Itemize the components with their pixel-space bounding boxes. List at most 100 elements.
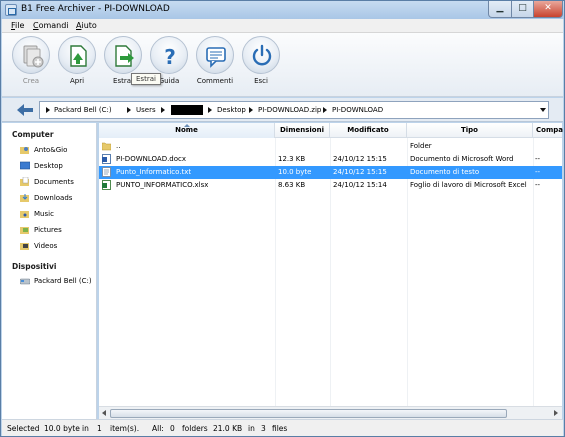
column-header-compressed[interactable]: Compa xyxy=(533,123,563,138)
videos-folder-icon xyxy=(20,243,29,250)
create-label: Crea xyxy=(22,77,40,85)
window-title: B1 Free Archiver - PI-DOWNLOAD xyxy=(21,4,170,14)
file-type: Documento di testo xyxy=(410,168,480,176)
file-type: Documento di Microsoft Word xyxy=(410,155,514,163)
file-type: Folder xyxy=(410,142,432,150)
user-folder-icon xyxy=(20,147,29,154)
breadcrumb-folder[interactable]: PI-DOWNLOAD xyxy=(332,106,383,114)
breadcrumb-drive[interactable]: Packard Bell (C:) xyxy=(54,106,112,114)
hard-drive-icon xyxy=(20,278,30,285)
toolbar: Crea Apri Estrai ? Guida Commenti Esci xyxy=(2,33,563,97)
status-all-label: All: xyxy=(152,424,164,433)
word-doc-icon xyxy=(102,154,111,164)
create-archive-icon xyxy=(12,36,50,74)
sidebar-item-label: Documents xyxy=(34,178,74,186)
power-icon xyxy=(242,36,280,74)
sidebar-item-label: Videos xyxy=(34,242,58,250)
open-button[interactable]: Apri xyxy=(57,36,97,85)
column-header-size[interactable]: Dimensioni xyxy=(275,123,330,138)
status-selected-label: Selected xyxy=(7,424,40,433)
breadcrumb[interactable]: Packard Bell (C:) Users Desktop PI-DOWNL… xyxy=(39,101,549,119)
breadcrumb-separator-icon xyxy=(127,107,131,113)
sidebar-item-label: Music xyxy=(34,210,54,218)
status-in-text: in xyxy=(82,424,89,433)
file-modified: 24/10/12 15:15 xyxy=(333,155,387,163)
file-modified: 24/10/12 15:14 xyxy=(333,181,387,189)
extract-icon xyxy=(104,36,142,74)
table-row[interactable]: PUNTO_INFORMATICO.xlsx 8.63 KB 24/10/12 … xyxy=(99,179,562,192)
downloads-folder-icon xyxy=(20,194,29,202)
sidebar-item-label: Packard Bell (C:) xyxy=(34,277,92,285)
open-label: Apri xyxy=(69,77,85,85)
status-in-text: in xyxy=(248,424,255,433)
file-size: 10.0 byte xyxy=(278,168,312,176)
title-bar[interactable]: B1 Free Archiver - PI-DOWNLOAD ▁ □ ✕ xyxy=(1,1,564,19)
column-header-name[interactable]: Nome xyxy=(99,123,275,138)
scroll-left-icon[interactable] xyxy=(102,410,106,416)
exit-label: Esci xyxy=(254,77,268,85)
back-arrow-icon[interactable] xyxy=(16,103,34,117)
breadcrumb-zip[interactable]: PI-DOWNLOAD.zip xyxy=(258,106,321,114)
breadcrumb-desktop[interactable]: Desktop xyxy=(217,106,246,114)
scroll-right-icon[interactable] xyxy=(554,410,558,416)
breadcrumb-separator-icon xyxy=(46,107,50,113)
breadcrumb-separator-icon xyxy=(323,107,327,113)
sidebar-item-label: Anto&Gio xyxy=(34,146,68,154)
file-type: Foglio di lavoro di Microsoft Excel xyxy=(410,181,527,189)
sidebar-item-label: Downloads xyxy=(34,194,73,202)
status-items-label: item(s). xyxy=(110,424,140,433)
extract-tooltip: Estrai xyxy=(131,73,161,85)
horizontal-scrollbar[interactable] xyxy=(99,406,562,419)
breadcrumb-separator-icon xyxy=(161,107,165,113)
file-compressed: -- xyxy=(535,168,541,176)
exit-button[interactable]: Esci xyxy=(241,36,281,85)
menu-file[interactable]: File xyxy=(11,21,24,30)
column-header-type[interactable]: Tipo xyxy=(407,123,533,138)
table-row-selected[interactable]: Punto_Informatico.txt 10.0 byte 24/10/12… xyxy=(99,166,562,179)
breadcrumb-separator-icon xyxy=(249,107,253,113)
scrollbar-thumb[interactable] xyxy=(110,409,507,418)
pictures-folder-icon xyxy=(20,227,29,234)
status-selected-count: 1 xyxy=(97,424,102,433)
text-file-icon xyxy=(102,167,111,177)
menu-bar: File Comandi Aiuto xyxy=(2,19,563,33)
comments-button[interactable]: Commenti xyxy=(195,36,235,85)
comments-label: Commenti xyxy=(196,77,234,85)
status-file-count: 3 xyxy=(261,424,266,433)
menu-aiuto[interactable]: Aiuto xyxy=(76,21,97,30)
minimize-button[interactable]: ▁ xyxy=(488,1,512,18)
column-header: Nome Dimensioni Modificato Tipo Compa xyxy=(99,123,563,138)
column-header-modified[interactable]: Modificato xyxy=(330,123,407,138)
file-name: Punto_Informatico.txt xyxy=(116,168,192,176)
help-icon: ? xyxy=(150,36,188,74)
documents-folder-icon xyxy=(20,177,29,186)
address-bar: Packard Bell (C:) Users Desktop PI-DOWNL… xyxy=(2,98,563,122)
navigation-sidebar: Computer Anto&Gio Desktop Documents Down… xyxy=(2,123,97,419)
app-logo-icon xyxy=(5,4,17,16)
comment-icon xyxy=(196,36,234,74)
file-name: .. xyxy=(116,142,121,150)
breadcrumb-users[interactable]: Users xyxy=(136,106,156,114)
status-files-label: files xyxy=(272,424,288,433)
file-list: Nome Dimensioni Modificato Tipo Compa ..… xyxy=(99,123,563,419)
table-row[interactable]: PI-DOWNLOAD.docx 12.3 KB 24/10/12 15:15 … xyxy=(99,153,562,166)
breadcrumb-separator-icon xyxy=(208,107,212,113)
breadcrumb-user-redacted[interactable] xyxy=(171,105,203,115)
status-folder-count: 0 xyxy=(170,424,175,433)
status-folders-label: folders xyxy=(182,424,208,433)
maximize-button[interactable]: □ xyxy=(511,1,534,18)
excel-doc-icon xyxy=(102,180,111,190)
sidebar-item-label: Pictures xyxy=(34,226,62,234)
devices-heading: Dispositivi xyxy=(12,262,57,271)
close-button[interactable]: ✕ xyxy=(533,1,563,18)
menu-comandi[interactable]: Comandi xyxy=(33,21,69,30)
table-row[interactable]: .. Folder xyxy=(99,140,562,153)
folder-icon xyxy=(102,142,111,151)
open-archive-icon xyxy=(58,36,96,74)
chevron-down-icon[interactable] xyxy=(540,108,546,112)
status-bar: Selected 10.0 byte in 1 item(s). All: 0 … xyxy=(2,419,563,436)
sort-ascending-icon xyxy=(183,124,190,127)
file-size: 12.3 KB xyxy=(278,155,306,163)
create-button[interactable]: Crea xyxy=(11,36,51,85)
file-size: 8.63 KB xyxy=(278,181,306,189)
